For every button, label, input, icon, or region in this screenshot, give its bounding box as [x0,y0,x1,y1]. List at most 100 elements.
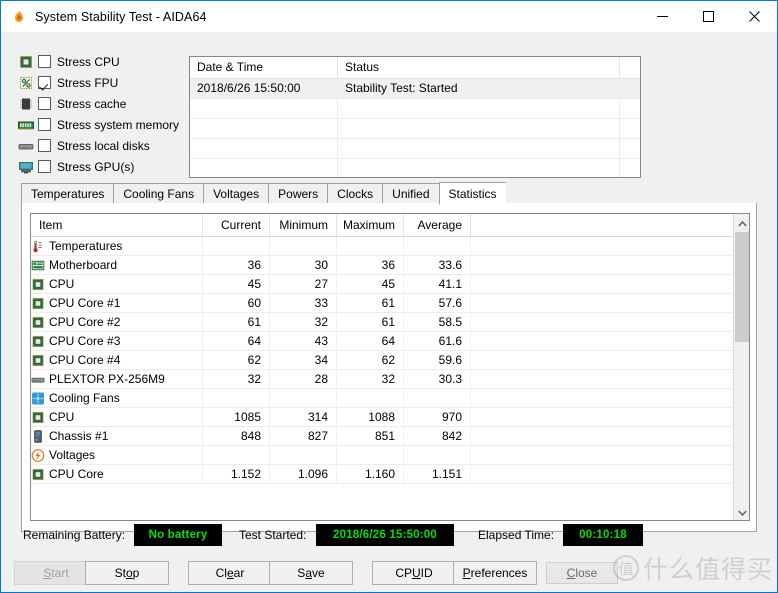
stress-option-row[interactable]: Stress FPU [18,72,186,93]
stress-option-row[interactable]: Stress CPU [18,51,186,72]
stat-item-label: Motherboard [49,258,118,272]
stat-filler-cell [471,275,749,294]
col-header-current[interactable]: Current [203,214,270,237]
event-log-panel[interactable]: Date & Time Status 2018/6/26 15:50:00 Sta… [189,56,641,178]
tab-statistics[interactable]: Statistics [438,182,506,205]
stat-maximum-cell: 32 [337,370,404,389]
stat-average-cell: 61.6 [404,332,471,351]
stat-filler-cell [471,427,749,446]
stat-item-label: PLEXTOR PX-256M9 [49,372,165,386]
stress-option-row[interactable]: Stress cache [18,93,186,114]
minimize-button[interactable] [639,1,685,32]
preferences-button[interactable]: Preferences [453,561,537,585]
table-row[interactable]: Voltages [31,446,749,465]
stress-option-row[interactable]: Stress system memory [18,114,186,135]
stress-option-row[interactable]: Stress GPU(s) [18,156,186,177]
stat-item-label: CPU Core #1 [49,296,121,310]
stat-current-cell: 32 [203,370,270,389]
stress-option-row[interactable]: Stress local disks [18,135,186,156]
stat-filler-cell [471,446,749,465]
statistics-scrollbar[interactable] [733,214,749,520]
log-row[interactable] [190,139,640,159]
stress-option-checkbox[interactable] [38,97,51,110]
event-log-rows: 2018/6/26 15:50:00 Stability Test: Starte… [190,79,640,177]
cpu-chip-icon [18,55,34,69]
close-icon [748,11,760,22]
log-row[interactable] [190,119,640,139]
tab-label: Temperatures [31,186,105,201]
fan-icon [31,392,45,405]
col-header-maximum[interactable]: Maximum [337,214,404,237]
test-started-value: 2018/6/26 15:50:00 [316,524,454,546]
stat-filler-cell [471,294,749,313]
stress-options-list: Stress CPU Stress FPU Stress cache Stress s… [18,51,186,177]
table-row[interactable]: CPU Core #3 64 43 64 61.6 [31,332,749,351]
scrollbar-thumb[interactable] [735,232,749,342]
stat-item-label: CPU [49,410,75,424]
log-col-extra[interactable] [620,57,640,78]
stat-minimum-cell: 27 [270,275,337,294]
table-row[interactable]: CPU Core #2 61 32 61 58.5 [31,313,749,332]
table-row[interactable]: CPU 45 27 45 41.1 [31,275,749,294]
clear-button[interactable]: Clear [188,561,272,585]
log-col-status[interactable]: Status [338,57,620,78]
stat-maximum-cell: 62 [337,351,404,370]
tab-label: Clocks [337,186,374,201]
cpu-chip-icon [31,468,45,481]
table-row[interactable]: Motherboard 36 30 36 33.6 [31,256,749,275]
table-row[interactable]: PLEXTOR PX-256M9 32 28 32 30.3 [31,370,749,389]
stat-average-cell [404,389,471,408]
tab-powers[interactable]: Powers [268,183,328,204]
col-header-average[interactable]: Average [404,214,471,237]
scroll-down-button[interactable] [734,503,749,520]
maximize-icon [702,11,714,22]
table-row[interactable]: Temperatures [31,237,749,256]
table-row[interactable]: CPU 1085 314 1088 970 [31,408,749,427]
log-row[interactable] [190,159,640,177]
log-col-datetime[interactable]: Date & Time [190,57,338,78]
stress-option-checkbox[interactable] [38,55,51,68]
close-button[interactable] [731,1,777,32]
table-row[interactable]: Chassis #1 848 827 851 842 [31,427,749,446]
tab-temperatures[interactable]: Temperatures [21,183,114,204]
table-row[interactable]: CPU Core #4 62 34 62 59.6 [31,351,749,370]
stat-item-cell: CPU Core #2 [31,313,203,332]
tab-clocks[interactable]: Clocks [327,183,383,204]
stat-item-cell: Cooling Fans [31,389,203,408]
table-row[interactable]: CPU Core #1 60 33 61 57.6 [31,294,749,313]
stress-option-checkbox[interactable] [38,139,51,152]
tab-voltages[interactable]: Voltages [203,183,269,204]
stat-current-cell: 64 [203,332,270,351]
stat-minimum-cell: 34 [270,351,337,370]
stop-button[interactable]: Stop [85,561,169,585]
stat-item-cell: CPU [31,408,203,427]
stat-average-cell [404,237,471,256]
cpuid-button[interactable]: CPUID [372,561,456,585]
log-row[interactable] [190,99,640,119]
stat-minimum-cell: 827 [270,427,337,446]
log-row[interactable]: 2018/6/26 15:50:00 Stability Test: Starte… [190,79,640,99]
scroll-up-button[interactable] [734,214,749,231]
save-button[interactable]: Save [269,561,353,585]
stress-option-checkbox[interactable] [38,118,51,131]
lightning-bolt-icon [31,448,45,462]
table-row[interactable]: Cooling Fans [31,389,749,408]
maximize-button[interactable] [685,1,731,32]
stat-filler-cell [471,332,749,351]
stat-current-cell [203,237,270,256]
cpu-chip-icon [31,354,45,367]
flame-icon [11,9,27,25]
table-row[interactable]: CPU Core 1.152 1.096 1.160 1.151 [31,465,749,484]
stat-minimum-cell: 30 [270,256,337,275]
stress-option-checkbox[interactable] [38,160,51,173]
stat-item-cell: CPU [31,275,203,294]
close-button[interactable]: Close [546,562,618,584]
motherboard-icon [31,259,45,272]
col-header-minimum[interactable]: Minimum [270,214,337,237]
tab-unified[interactable]: Unified [382,183,439,204]
col-header-item[interactable]: Item [31,214,203,237]
stress-option-checkbox[interactable] [38,76,51,89]
stress-option-label: Stress system memory [57,117,180,132]
tab-cooling-fans[interactable]: Cooling Fans [113,183,204,204]
title-bar: System Stability Test - AIDA64 [1,1,777,32]
